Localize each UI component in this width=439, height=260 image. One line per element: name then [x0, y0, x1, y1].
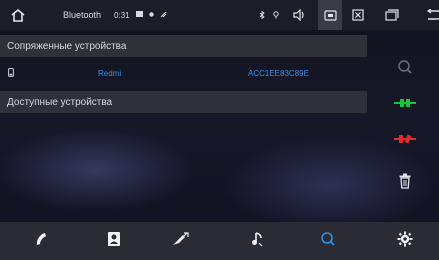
close-box-icon[interactable]: [346, 0, 370, 30]
clock: 0:31: [114, 10, 130, 20]
disconnect-icon: [394, 131, 416, 149]
back-icon[interactable]: [422, 0, 439, 30]
paired-device-row[interactable]: Redmi ACC1EE83C89E: [0, 63, 367, 83]
device-address: ACC1EE83C89E: [248, 68, 309, 78]
search-devices-button[interactable]: [387, 54, 423, 84]
connect-button[interactable]: [387, 89, 423, 119]
search-icon: [397, 59, 413, 80]
available-devices-header: Доступные устройства: [0, 91, 367, 113]
connect-icon: [394, 95, 416, 113]
signal-icon: [160, 11, 167, 20]
status-bar: Bluetooth 0:31: [0, 0, 439, 30]
disconnect-button[interactable]: [387, 125, 423, 155]
nav-phone-button[interactable]: [22, 222, 62, 260]
trash-icon: [399, 173, 411, 194]
nav-music-button[interactable]: [237, 222, 277, 260]
nav-dialpad-button[interactable]: [160, 222, 200, 260]
app-title: Bluetooth: [63, 10, 102, 20]
message-icon: [135, 11, 143, 19]
device-name: Redmi: [98, 68, 122, 78]
windows-icon[interactable]: [380, 0, 404, 30]
search-icon: [320, 231, 336, 252]
settings-icon: [397, 231, 413, 252]
delete-button[interactable]: [387, 168, 423, 198]
nav-contacts-button[interactable]: [94, 222, 134, 260]
dialpad-icon: [171, 231, 189, 252]
contacts-icon: [107, 231, 121, 252]
dot-icon: [148, 11, 154, 19]
nav-settings-button[interactable]: [385, 222, 425, 260]
bottom-nav-bar: [0, 222, 439, 260]
paired-devices-title: Сопряженные устройства: [7, 40, 127, 52]
music-icon: [250, 231, 264, 252]
available-devices-title: Доступные устройства: [7, 96, 113, 108]
nav-search-button[interactable]: [308, 222, 348, 260]
screenshot-icon[interactable]: [318, 0, 342, 30]
phone-small-icon: [8, 68, 14, 79]
location-icon: [264, 0, 288, 30]
paired-devices-header: Сопряженные устройства: [0, 35, 367, 57]
home-icon[interactable]: [3, 0, 33, 30]
volume-icon[interactable]: [288, 0, 312, 30]
phone-icon: [34, 231, 50, 252]
